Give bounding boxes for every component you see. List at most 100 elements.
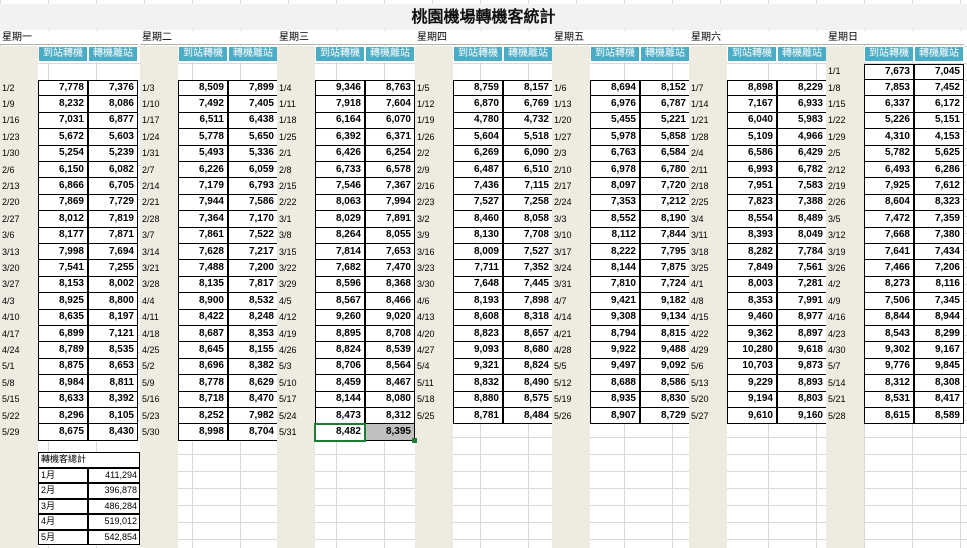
date-cell[interactable]: 3/26 xyxy=(826,260,864,276)
date-cell[interactable]: 2/14 xyxy=(140,178,178,194)
arrive-cell[interactable]: 6,269 xyxy=(453,145,503,162)
depart-cell[interactable]: 7,982 xyxy=(228,408,278,425)
arrive-cell[interactable]: 8,393 xyxy=(727,227,777,244)
date-cell[interactable]: 1/5 xyxy=(415,80,453,96)
date-cell[interactable]: 5/4 xyxy=(415,359,453,375)
date-cell[interactable]: 3/13 xyxy=(0,244,38,260)
arrive-cell[interactable]: 8,509 xyxy=(178,80,228,97)
arrive-cell[interactable]: 5,109 xyxy=(727,129,777,146)
date-cell[interactable]: 4/14 xyxy=(552,310,590,326)
depart-cell[interactable]: 5,221 xyxy=(640,112,690,130)
date-cell[interactable]: 2/11 xyxy=(689,162,727,178)
arrive-cell[interactable]: 9,922 xyxy=(590,342,640,359)
arrive-cell[interactable]: 8,687 xyxy=(178,326,228,343)
depart-cell[interactable]: 8,368 xyxy=(365,276,415,294)
arrive-cell[interactable]: 6,392 xyxy=(315,129,365,146)
date-cell[interactable]: 4/20 xyxy=(415,326,453,342)
arrive-cell[interactable]: 8,177 xyxy=(38,227,88,244)
date-cell[interactable]: 3/31 xyxy=(552,277,590,293)
depart-cell[interactable]: 6,082 xyxy=(88,162,138,179)
date-cell[interactable]: 4/18 xyxy=(140,326,178,342)
arrive-cell[interactable]: 10,703 xyxy=(727,358,777,376)
date-cell[interactable]: 4/24 xyxy=(0,342,38,358)
date-cell[interactable]: 2/1 xyxy=(277,146,315,162)
arrive-cell[interactable]: 4,310 xyxy=(864,129,914,146)
date-cell[interactable]: 3/6 xyxy=(0,228,38,244)
depart-cell[interactable]: 9,845 xyxy=(914,358,964,376)
date-cell[interactable]: 2/28 xyxy=(140,211,178,227)
arrive-cell[interactable]: 6,426 xyxy=(315,145,365,162)
date-cell[interactable]: 2/16 xyxy=(415,178,453,194)
date-cell[interactable]: 5/27 xyxy=(689,408,727,424)
weekday-header[interactable]: 星期四 xyxy=(415,31,553,45)
arrive-cell[interactable]: 7,641 xyxy=(864,244,914,261)
depart-cell[interactable]: 8,680 xyxy=(503,342,553,359)
arrive-cell[interactable]: 7,998 xyxy=(38,244,88,261)
depart-cell[interactable]: 7,784 xyxy=(777,244,827,261)
date-cell[interactable]: 2/3 xyxy=(552,146,590,162)
depart-cell[interactable]: 5,336 xyxy=(228,145,278,162)
arrive-cell[interactable]: 7,869 xyxy=(38,194,88,212)
depart-cell[interactable]: 7,561 xyxy=(777,260,827,277)
arrive-cell[interactable]: 8,907 xyxy=(590,408,640,425)
arrive-cell[interactable]: 6,040 xyxy=(727,112,777,130)
arrive-cell[interactable]: 5,778 xyxy=(178,129,228,146)
depart-cell[interactable]: 8,086 xyxy=(88,96,138,113)
arrive-cell[interactable]: 8,900 xyxy=(178,293,228,310)
depart-cell[interactable]: 8,484 xyxy=(503,408,553,425)
date-cell[interactable]: 2/6 xyxy=(0,162,38,178)
date-cell[interactable]: 2/4 xyxy=(689,146,727,162)
depart-cell[interactable]: 8,708 xyxy=(365,326,415,343)
arrive-cell[interactable]: 5,604 xyxy=(453,129,503,146)
depart-cell[interactable]: 8,815 xyxy=(640,326,690,343)
date-cell[interactable]: 1/26 xyxy=(415,129,453,145)
arrive-cell[interactable]: 6,226 xyxy=(178,162,228,179)
depart-cell[interactable]: 7,434 xyxy=(914,244,964,261)
arrive-cell[interactable]: 5,672 xyxy=(38,129,88,146)
date-cell[interactable]: 2/2 xyxy=(415,146,453,162)
col-header-arrive[interactable]: 到站轉機 xyxy=(38,46,88,62)
arrive-cell[interactable]: 7,814 xyxy=(315,244,365,261)
arrive-cell[interactable]: 7,951 xyxy=(727,178,777,195)
date-cell[interactable]: 3/29 xyxy=(277,277,315,293)
arrive-cell[interactable]: 7,167 xyxy=(727,96,777,113)
depart-cell[interactable]: 7,206 xyxy=(914,260,964,277)
arrive-cell[interactable]: 8,604 xyxy=(864,194,914,212)
arrive-cell[interactable]: 8,596 xyxy=(315,276,365,294)
date-cell[interactable]: 4/2 xyxy=(826,277,864,293)
date-cell[interactable]: 4/11 xyxy=(140,310,178,326)
depart-cell[interactable]: 5,983 xyxy=(777,112,827,130)
weekday-header[interactable]: 星期日 xyxy=(826,31,964,45)
arrive-cell[interactable]: 8,135 xyxy=(178,276,228,294)
arrive-cell[interactable]: 6,978 xyxy=(590,162,640,179)
date-cell[interactable]: 4/15 xyxy=(689,310,727,326)
date-cell[interactable]: 1/3 xyxy=(140,80,178,96)
date-cell[interactable]: 4/1 xyxy=(689,277,727,293)
date-cell[interactable]: 1/22 xyxy=(826,113,864,129)
depart-cell[interactable]: 9,167 xyxy=(914,342,964,359)
arrive-cell[interactable]: 8,459 xyxy=(315,375,365,392)
date-cell[interactable]: 4/19 xyxy=(277,326,315,342)
date-cell[interactable]: 1/16 xyxy=(0,113,38,129)
depart-cell[interactable]: 8,535 xyxy=(88,342,138,359)
depart-cell[interactable]: 7,217 xyxy=(228,244,278,261)
depart-cell[interactable]: 6,090 xyxy=(503,145,553,162)
depart-cell[interactable]: 7,380 xyxy=(914,227,964,244)
depart-cell[interactable]: 7,994 xyxy=(365,194,415,212)
depart-cell[interactable]: 8,657 xyxy=(503,326,553,343)
summary-value[interactable]: 411,294 xyxy=(88,467,140,483)
date-cell[interactable]: 1/4 xyxy=(277,80,315,96)
date-cell[interactable]: 3/16 xyxy=(415,244,453,260)
depart-cell[interactable]: 7,899 xyxy=(228,80,278,97)
depart-cell[interactable]: 7,729 xyxy=(88,194,138,212)
date-cell[interactable]: 4/5 xyxy=(277,293,315,309)
date-cell[interactable]: 2/23 xyxy=(415,195,453,211)
arrive-cell[interactable]: 8,781 xyxy=(453,408,503,425)
date-cell[interactable]: 5/9 xyxy=(140,375,178,391)
date-cell[interactable]: 3/10 xyxy=(552,228,590,244)
date-cell[interactable]: 1/18 xyxy=(277,113,315,129)
date-cell[interactable]: 3/2 xyxy=(415,211,453,227)
depart-cell[interactable]: 7,452 xyxy=(914,80,964,97)
date-cell[interactable]: 3/12 xyxy=(826,228,864,244)
arrive-cell[interactable]: 8,759 xyxy=(453,80,503,97)
